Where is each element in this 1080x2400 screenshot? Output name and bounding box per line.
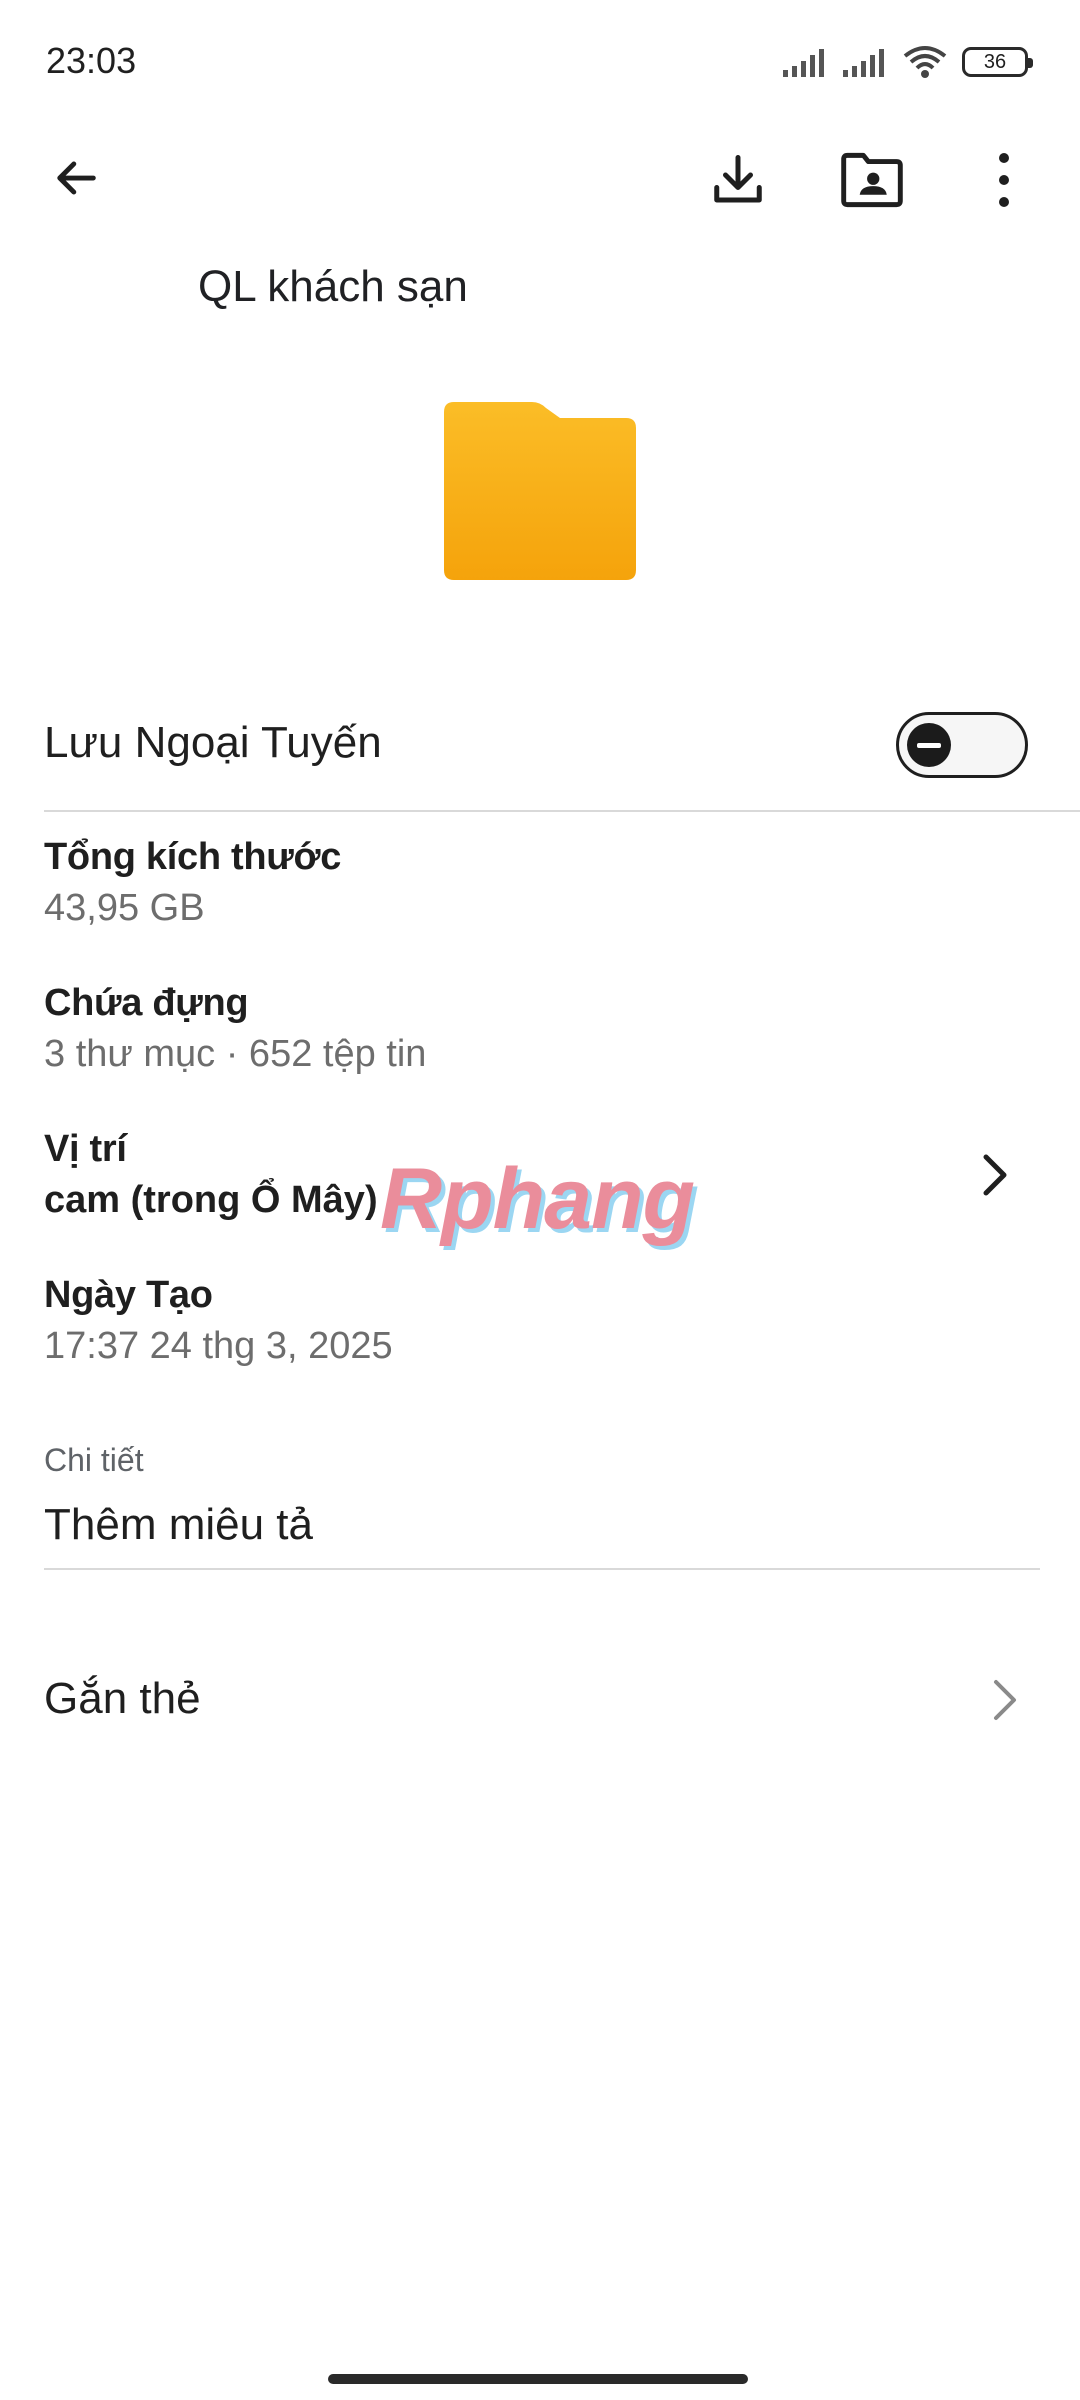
more-options-button[interactable] <box>966 142 1042 218</box>
shared-folder-icon <box>841 152 903 208</box>
offline-label: Lưu Ngoại Tuyến <box>44 718 382 767</box>
wifi-icon <box>903 46 947 78</box>
signal-icon <box>843 49 884 77</box>
folder-icon <box>444 402 636 580</box>
location-chevron <box>970 1140 1020 1210</box>
back-arrow-icon <box>57 161 96 195</box>
folder-title: QL khách sạn <box>198 262 468 311</box>
description-input[interactable]: Thêm miêu tả <box>44 1500 1040 1564</box>
details-caption: Chi tiết <box>44 1442 144 1478</box>
chevron-right-icon <box>983 1154 1007 1196</box>
divider <box>44 1568 1040 1570</box>
total-size-info: Tổng kích thước 43,95 GB <box>44 836 1024 930</box>
tags-chevron <box>980 1668 1030 1732</box>
folder-info-screen: 23:03 36 QL khách sạn Lưu Ngoại Tuyến Tổ… <box>0 0 1080 2400</box>
chevron-right-icon <box>994 1680 1016 1720</box>
shared-folder-button[interactable] <box>832 142 912 218</box>
total-size-value: 43,95 GB <box>44 887 205 929</box>
tags-row[interactable]: Gắn thẻ <box>44 1660 1034 1740</box>
tags-label: Gắn thẻ <box>44 1674 201 1723</box>
toggle-knob <box>907 723 951 767</box>
more-vert-icon <box>999 153 1009 207</box>
offline-toggle[interactable] <box>896 712 1028 778</box>
offline-row: Lưu Ngoại Tuyến <box>44 700 1034 790</box>
created-value: 17:37 24 thg 3, 2025 <box>44 1325 393 1367</box>
created-info: Ngày Tạo 17:37 24 thg 3, 2025 <box>44 1274 1024 1368</box>
download-icon <box>714 155 762 203</box>
status-time: 23:03 <box>46 40 137 81</box>
download-button[interactable] <box>700 142 776 218</box>
battery-icon: 36 <box>962 47 1033 77</box>
watermark-logo: Rphang <box>380 1151 695 1247</box>
created-label: Ngày Tạo <box>44 1274 213 1316</box>
status-bar: 23:03 36 <box>0 0 1080 130</box>
divider <box>44 810 1080 812</box>
total-size-label: Tổng kích thước <box>44 836 342 878</box>
status-icons: 36 <box>782 44 1033 80</box>
back-button[interactable] <box>38 140 114 216</box>
contains-info: Chứa đựng 3 thư mục · 652 tệp tin <box>44 982 1024 1076</box>
contains-value: 3 thư mục · 652 tệp tin <box>44 1033 427 1075</box>
signal-icon <box>783 49 824 77</box>
contains-label: Chứa đựng <box>44 982 249 1024</box>
battery-level: 36 <box>983 50 1007 73</box>
home-indicator[interactable] <box>328 2374 748 2384</box>
